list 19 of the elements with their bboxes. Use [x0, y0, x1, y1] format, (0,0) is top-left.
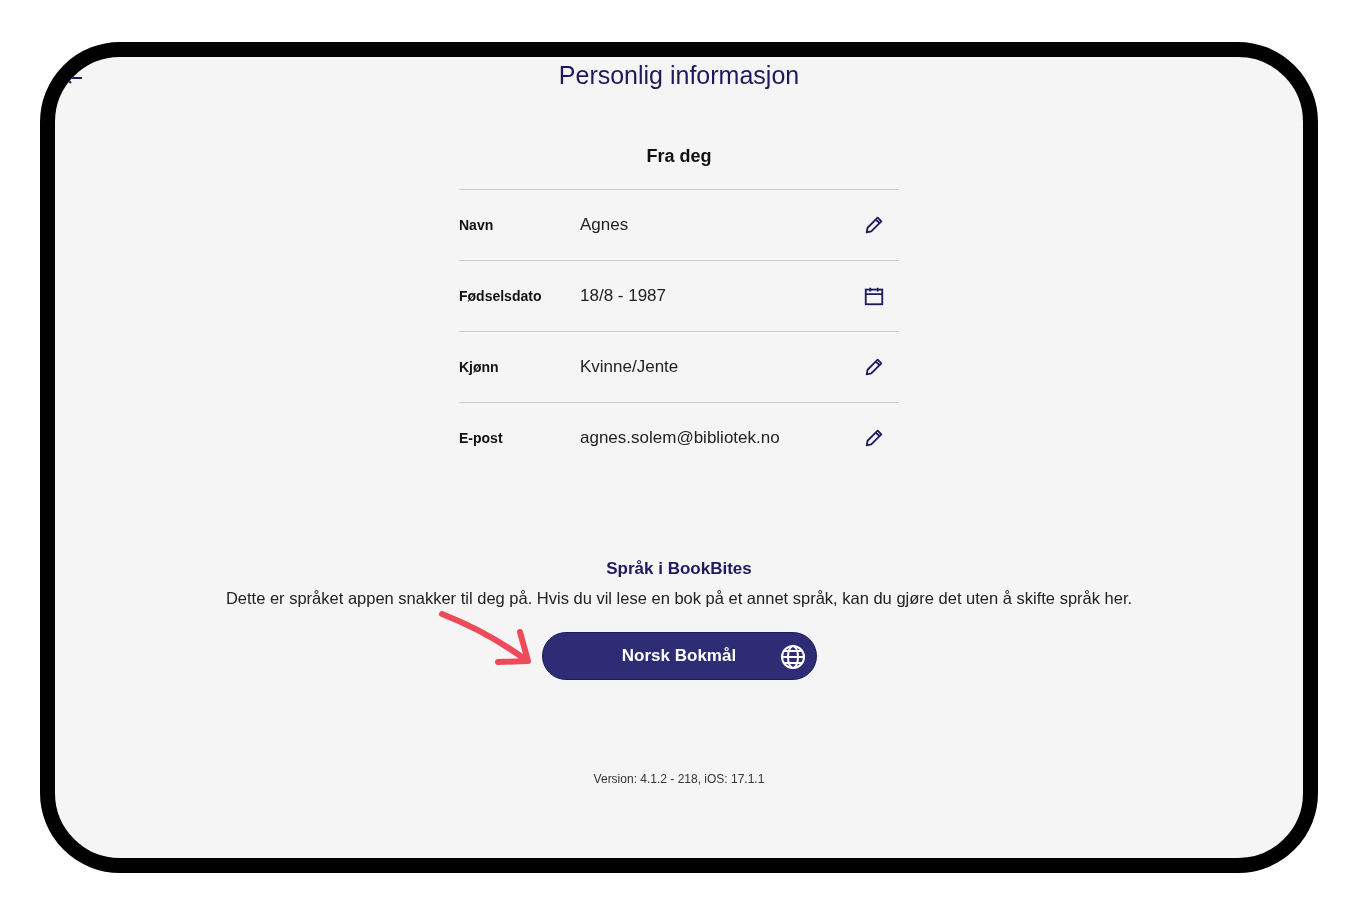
field-value: 18/8 - 1987 — [580, 286, 667, 306]
field-label: Fødselsdato — [459, 288, 543, 304]
field-label: Kjønn — [459, 359, 500, 375]
section-heading: Språk i BookBites — [606, 559, 752, 579]
description-text: Dette er språket appen snakker til deg på. Hvis du vil lese en bok på et annet språk, kan du gjøre det uten å skifte språk her. — [225, 589, 1133, 608]
field-value: Agnes — [580, 215, 630, 235]
field-label: Navn — [459, 217, 495, 233]
calendar-icon[interactable] — [863, 285, 885, 307]
field-value: agnes.solem@bibliotek.no — [580, 428, 781, 448]
pencil-icon[interactable] — [863, 427, 885, 449]
language-button[interactable]: Norsk Bokmål — [541, 632, 817, 680]
globe-icon — [779, 644, 806, 670]
page-title: Personlig informasjon — [558, 61, 800, 90]
field-value: Kvinne/Jente — [580, 357, 680, 377]
version-text: Version: 4.1.2 - 218, iOS: 17.1.1 — [593, 772, 765, 786]
section-heading: Fra deg — [646, 146, 712, 167]
field-label: E-post — [459, 430, 504, 446]
pencil-icon[interactable] — [863, 214, 885, 236]
pencil-icon[interactable] — [863, 356, 885, 378]
